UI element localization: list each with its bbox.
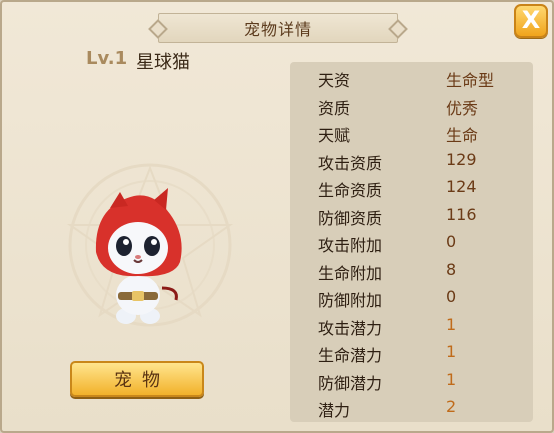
stat-value: 116 — [446, 204, 477, 224]
stat-row: 生命资质 124 — [290, 174, 533, 201]
title-bar: 宠物详情 — [158, 13, 398, 43]
stat-row: 攻击潜力 1 — [290, 312, 533, 339]
close-button[interactable]: X — [514, 4, 548, 38]
stat-value: 生命型 — [446, 71, 495, 90]
pet-level: Lv.1 — [86, 48, 128, 69]
page-title: 宠物详情 — [243, 20, 312, 39]
stat-row: 潜力 2 — [290, 394, 533, 421]
stat-value: 2 — [446, 397, 457, 416]
stat-row: 资质 优秀 — [290, 92, 533, 119]
stat-value: 优秀 — [446, 98, 479, 118]
pet-character — [95, 188, 182, 324]
stat-row: 天赋 生命 — [290, 119, 533, 146]
stat-label: 防御潜力 — [318, 373, 383, 393]
stat-row: 防御潜力 1 — [290, 367, 533, 394]
stats-panel: 天资 生命型 资质 优秀 天赋 生命 攻击资质 129 生命资质 124 防御资… — [290, 62, 533, 422]
stat-label: 生命资质 — [318, 181, 383, 200]
stat-label: 防御附加 — [318, 291, 383, 310]
stat-row: 天资 生命型 — [290, 64, 533, 91]
pet-name: 星球猫 — [136, 52, 190, 73]
stat-value: 1 — [446, 314, 457, 334]
stat-value: 0 — [446, 287, 457, 306]
stat-label: 防御资质 — [318, 208, 383, 228]
pet-button-label: 宠物 — [114, 370, 170, 391]
stat-label: 天资 — [318, 71, 351, 90]
stat-row: 防御附加 0 — [290, 284, 533, 311]
stat-value: 129 — [446, 149, 477, 169]
stat-label: 资质 — [318, 98, 351, 118]
stat-row: 攻击附加 0 — [290, 229, 533, 256]
pet-button[interactable]: 宠物 — [70, 361, 204, 397]
close-icon: X — [521, 6, 541, 34]
stat-label: 潜力 — [318, 401, 351, 420]
stat-label: 攻击潜力 — [318, 318, 383, 338]
stat-row: 生命附加 8 — [290, 257, 533, 284]
stat-label: 攻击资质 — [318, 153, 383, 173]
stat-row: 生命潜力 1 — [290, 339, 533, 366]
stat-label: 攻击附加 — [318, 236, 383, 255]
stat-value: 124 — [446, 177, 477, 196]
stat-value: 0 — [446, 232, 457, 251]
stat-label: 生命附加 — [318, 263, 383, 283]
stat-label: 天赋 — [318, 126, 351, 145]
stat-value: 8 — [446, 259, 457, 279]
stat-value: 1 — [446, 342, 457, 361]
stat-value: 生命 — [446, 126, 479, 145]
stat-row: 攻击资质 129 — [290, 147, 533, 174]
stat-label: 生命潜力 — [318, 346, 383, 365]
stat-value: 1 — [446, 369, 457, 389]
stat-row: 防御资质 116 — [290, 202, 533, 229]
